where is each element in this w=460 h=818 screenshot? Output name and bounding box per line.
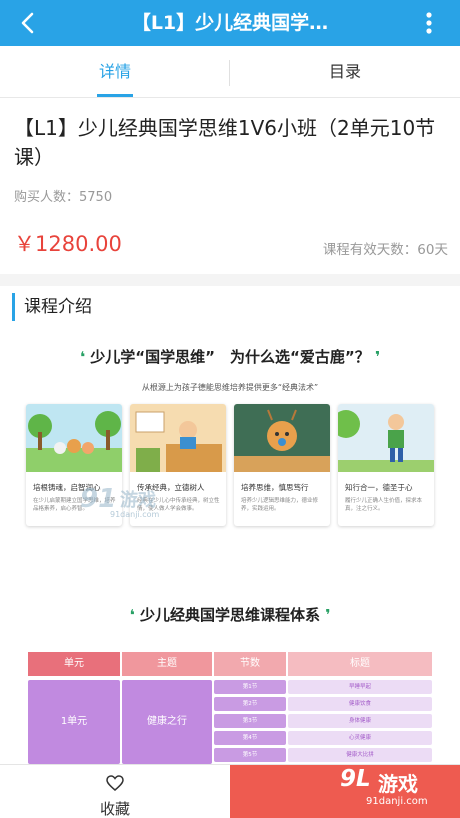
favorite-label: 收藏 bbox=[99, 800, 130, 818]
table-row: 第4节 心灵健康 bbox=[214, 731, 432, 745]
sparkle-left-icon: ❛ bbox=[79, 348, 86, 366]
watermark-url: 91danji.com bbox=[110, 510, 160, 519]
favorite-button[interactable]: 收藏 bbox=[0, 765, 230, 818]
topic-cell: 早睡早起 bbox=[288, 680, 432, 694]
theme-cell: 健康之行 bbox=[122, 680, 212, 764]
hiking-boy-illustration bbox=[338, 404, 434, 472]
topic-cell: 健康大比拼 bbox=[288, 748, 432, 762]
section-gap bbox=[0, 274, 460, 286]
table-row: 第2节 健康饮食 bbox=[214, 697, 432, 711]
section-title: 课程介绍 bbox=[12, 293, 92, 321]
lesson-cell: 第5节 bbox=[214, 748, 286, 762]
teacher-classroom-illustration bbox=[130, 404, 226, 472]
sparkle-right-icon: ❜ bbox=[325, 606, 331, 624]
topic-cell: 心灵健康 bbox=[288, 731, 432, 745]
intro-subheading: 从根源上为孩子德能思维培养提供更多“经典法术” bbox=[141, 383, 319, 392]
lesson-cell: 第1节 bbox=[214, 680, 286, 694]
corner-watermark: 9L 游戏 91danji.com bbox=[340, 766, 444, 812]
chevron-left-icon[interactable] bbox=[14, 8, 44, 38]
course-price: ￥1280.00 bbox=[14, 232, 122, 256]
curriculum-title-text: 少儿经典国学思维课程体系 bbox=[139, 606, 320, 624]
valid-days: 课程有效天数：60天 bbox=[322, 242, 448, 258]
site-watermark: 91 游戏 91danji.com bbox=[80, 484, 190, 524]
card-desc: 培养少儿逻辑思维能力，德业修养，实践运用。 bbox=[241, 498, 319, 512]
feature-card: 知行合一，德圣于心 履行少儿正确人生价值，探求本真，注之行义。 bbox=[338, 404, 434, 526]
course-title: 【L1】少儿经典国学思维1V6小班（2单元10节课） bbox=[14, 116, 436, 169]
deer-mascot-illustration bbox=[234, 404, 330, 472]
table-row: 第5节 健康大比拼 bbox=[214, 748, 432, 762]
intro-heading-text: 少儿学“国学思维” 为什么选“爱古鹿”？ bbox=[90, 348, 370, 366]
tab-divider bbox=[229, 60, 230, 86]
feature-card: 培养思维，慎思笃行 培养少儿逻辑思维能力，德业修养，实践运用。 bbox=[234, 404, 330, 526]
watermark-brand: 游戏 bbox=[378, 772, 418, 796]
lesson-cell: 第3节 bbox=[214, 714, 286, 728]
unit-cell: 1单元 bbox=[28, 680, 120, 764]
more-vertical-icon[interactable] bbox=[414, 8, 444, 38]
card-title: 培养思维，慎思笃行 bbox=[241, 483, 309, 492]
lesson-cell: 第2节 bbox=[214, 697, 286, 711]
tab-catalog[interactable]: 目录 bbox=[230, 46, 460, 98]
watermark-url: 91danji.com bbox=[366, 796, 428, 807]
sparkle-right-icon: ❜ bbox=[374, 348, 381, 366]
table-header: 单元 bbox=[28, 652, 120, 676]
card-desc: 履行少儿正确人生价值，探求本真，注之行义。 bbox=[345, 498, 423, 512]
curriculum-table: 单元 主题 节数 标题 1单元 健康之行 第1节 早睡早起 第2节 健康饮食 第… bbox=[28, 652, 432, 764]
intro-heading: ❛ 少儿学“国学思维” 为什么选“爱古鹿”？ ❜ bbox=[0, 346, 460, 367]
tab-details[interactable]: 详情 bbox=[0, 46, 230, 98]
heart-outline-icon bbox=[106, 775, 124, 791]
active-tab-indicator bbox=[97, 94, 133, 97]
table-header: 主题 bbox=[122, 652, 212, 676]
table-header: 标题 bbox=[288, 652, 432, 676]
top-app-bar: 【L1】少儿经典国学… bbox=[0, 0, 460, 46]
table-row: 第1节 早睡早起 bbox=[214, 680, 432, 694]
watermark-text: 游戏 bbox=[120, 490, 156, 511]
page-title: 【L1】少儿经典国学… bbox=[131, 12, 329, 34]
table-row: 第3节 身体健康 bbox=[214, 714, 432, 728]
sparkle-left-icon: ❛ bbox=[129, 606, 135, 624]
table-header: 节数 bbox=[214, 652, 286, 676]
curriculum-title: ❛ 少儿经典国学思维课程体系 ❜ bbox=[0, 604, 460, 625]
lesson-cell: 第4节 bbox=[214, 731, 286, 745]
forest-animals-illustration bbox=[26, 404, 122, 472]
topic-cell: 健康饮食 bbox=[288, 697, 432, 711]
buyer-count: 购买人数：5750 bbox=[14, 190, 113, 205]
topic-cell: 身体健康 bbox=[288, 714, 432, 728]
card-title: 知行合一，德圣于心 bbox=[345, 483, 413, 492]
detail-tabs: 详情 目录 bbox=[0, 46, 460, 98]
watermark-logo: 9L bbox=[340, 766, 371, 792]
